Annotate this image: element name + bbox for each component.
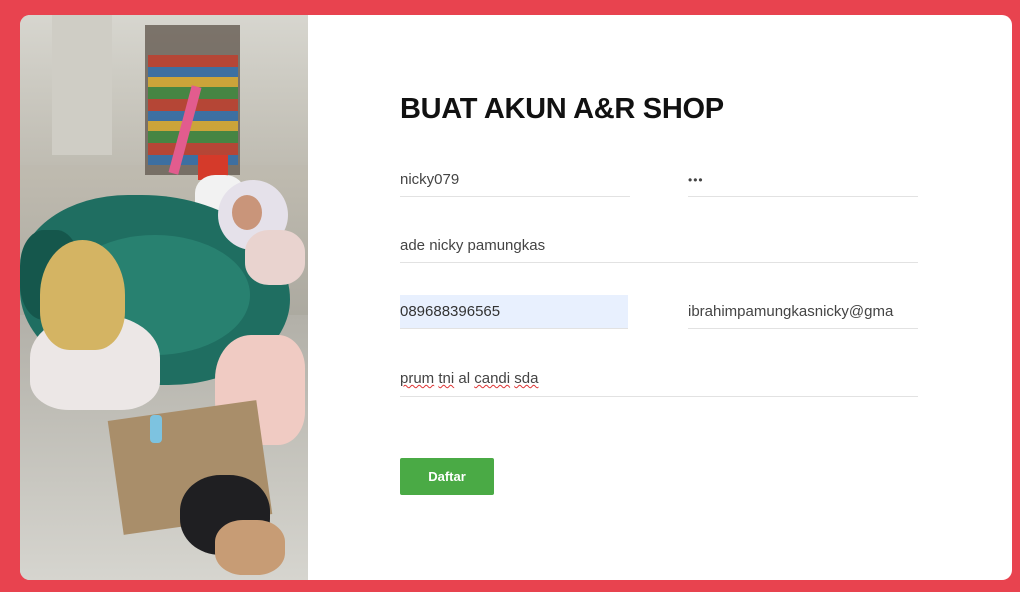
phone-input[interactable]	[400, 295, 628, 329]
username-input[interactable]	[400, 163, 630, 197]
password-input[interactable]	[688, 163, 918, 197]
workshop-photo	[20, 15, 308, 580]
register-card: BUAT AKUN A&R SHOP prum tni al candi sda…	[20, 15, 1012, 580]
fullname-input[interactable]	[400, 229, 918, 263]
address-input[interactable]	[400, 363, 918, 397]
page-title: BUAT AKUN A&R SHOP	[400, 93, 724, 125]
email-input[interactable]	[688, 295, 918, 329]
register-button[interactable]: Daftar	[400, 458, 494, 495]
